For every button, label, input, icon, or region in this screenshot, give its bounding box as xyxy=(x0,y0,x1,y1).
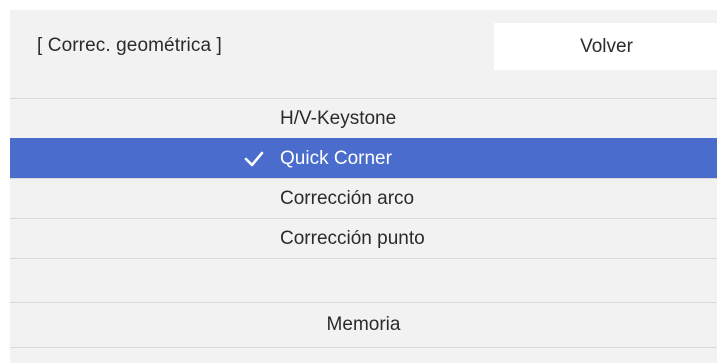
bottom-divider xyxy=(10,347,717,363)
menu-item-memory[interactable]: Memoria xyxy=(10,302,717,346)
menu-item-label: Corrección arco xyxy=(280,188,415,209)
back-button[interactable]: Volver xyxy=(494,23,717,70)
menu-item-arc-correction[interactable]: Corrección arco xyxy=(10,178,717,218)
check-icon xyxy=(244,151,264,167)
menu-item-point-correction[interactable]: Corrección punto xyxy=(10,218,717,258)
correction-menu: H/V-Keystone Quick Corner Corrección arc… xyxy=(10,98,717,346)
menu-item-label: Corrección punto xyxy=(280,228,425,249)
menu-spacer xyxy=(10,258,717,302)
menu-item-label: Quick Corner xyxy=(280,148,392,169)
menu-item-label: Memoria xyxy=(326,314,401,335)
menu-item-quick-corner[interactable]: Quick Corner xyxy=(10,138,717,178)
menu-item-label: H/V-Keystone xyxy=(280,108,397,129)
geometry-correction-panel: [ Correc. geométrica ] Volver H/V-Keysto… xyxy=(10,10,717,363)
menu-item-hv-keystone[interactable]: H/V-Keystone xyxy=(10,98,717,138)
page-title: [ Correc. geométrica ] xyxy=(37,35,222,56)
panel-header: [ Correc. geométrica ] Volver xyxy=(10,10,717,86)
